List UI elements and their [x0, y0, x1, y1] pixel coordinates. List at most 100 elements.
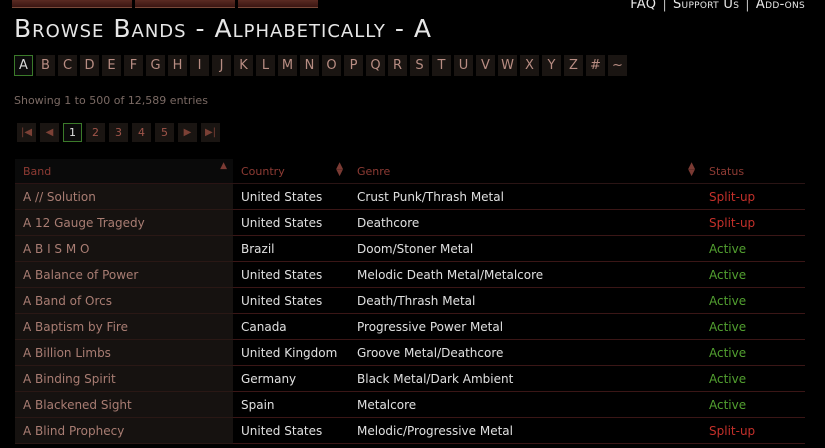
header-status: Status — [701, 159, 805, 184]
support-us-link[interactable]: Support Us — [673, 0, 739, 12]
sort-asc-icon[interactable]: ▲ — [220, 162, 227, 171]
entries-info: Showing 1 to 500 of 12,589 entries — [14, 94, 208, 107]
letter-link[interactable]: N — [300, 55, 319, 76]
status-cell: Active — [701, 261, 805, 288]
letter-link[interactable]: M — [278, 55, 297, 76]
header-status-label: Status — [709, 164, 745, 178]
status-cell: Active — [701, 313, 805, 340]
header-genre-label: Genre — [357, 164, 391, 178]
band-name-link[interactable]: A 12 Gauge Tragedy — [15, 209, 233, 236]
band-name-link[interactable]: A Band of Orcs — [15, 287, 233, 314]
letter-link[interactable]: P — [344, 55, 363, 76]
band-name-link[interactable]: A Binding Spirit — [15, 365, 233, 392]
page-button-4[interactable]: 4 — [132, 123, 151, 142]
letter-link[interactable]: T — [432, 55, 451, 76]
country-cell: Spain — [233, 391, 349, 418]
letter-link[interactable]: S — [410, 55, 429, 76]
status-cell: Split-up — [701, 417, 805, 444]
first-page-icon[interactable]: |◀ — [17, 123, 36, 142]
letter-link[interactable]: O — [322, 55, 341, 76]
letter-link[interactable]: D — [80, 55, 99, 76]
header-country[interactable]: Country ▲ ▼ — [233, 159, 349, 184]
table-row: A Blackened Sight Spain Metalcore Active — [15, 391, 805, 418]
page-button-2[interactable]: 2 — [86, 123, 105, 142]
letter-link[interactable]: E — [102, 55, 121, 76]
letter-link[interactable]: I — [190, 55, 209, 76]
letter-link[interactable]: L — [256, 55, 275, 76]
band-name-link[interactable]: A Balance of Power — [15, 261, 233, 288]
header-band-label: Band — [23, 164, 52, 178]
letter-link[interactable]: B — [36, 55, 55, 76]
letter-link[interactable]: J — [212, 55, 231, 76]
table-row: A Band of Orcs United States Death/Thrash … — [15, 287, 805, 314]
genre-cell: Doom/Stoner Metal — [349, 235, 701, 262]
table-row: A Billion Limbs United Kingdom Groove Meta… — [15, 339, 805, 366]
letter-link[interactable]: Z — [564, 55, 583, 76]
last-page-icon[interactable]: ▶| — [201, 123, 220, 142]
genre-cell: Black Metal/Dark Ambient — [349, 365, 701, 392]
genre-cell: Crust Punk/Thrash Metal — [349, 183, 701, 210]
next-page-icon[interactable]: ▶ — [178, 123, 197, 142]
letter-link[interactable]: ~ — [608, 55, 627, 76]
header-band[interactable]: Band ▲ — [15, 159, 233, 184]
letter-link[interactable]: K — [234, 55, 253, 76]
genre-cell: Groove Metal/Deathcore — [349, 339, 701, 366]
addons-link[interactable]: Add-ons — [756, 0, 805, 12]
genre-cell: Melodic/Progressive Metal — [349, 417, 701, 444]
letter-link[interactable]: W — [498, 55, 517, 76]
letter-link[interactable]: Q — [366, 55, 385, 76]
header-country-label: Country — [241, 164, 285, 178]
band-name-link[interactable]: A Billion Limbs — [15, 339, 233, 366]
country-cell: United States — [233, 183, 349, 210]
faq-link[interactable]: FAQ — [630, 0, 656, 12]
letter-link[interactable]: G — [146, 55, 165, 76]
country-cell: United Kingdom — [233, 339, 349, 366]
table-row: A B I S M O Brazil Doom/Stoner Metal Active — [15, 235, 805, 262]
page-title: Browse Bands - Alphabetically - A — [14, 14, 432, 43]
table-row: A 12 Gauge Tragedy United States Deathcore… — [15, 209, 805, 236]
table-row: A Blind Prophecy United States Melodic/Pro… — [15, 417, 805, 444]
country-cell: Germany — [233, 365, 349, 392]
letter-link[interactable]: H — [168, 55, 187, 76]
bands-table: Band ▲ Country ▲ ▼ Genre ▲ ▼ Status A // Solu… — [15, 159, 805, 444]
status-cell: Active — [701, 365, 805, 392]
top-links: FAQ | Support Us | Add-ons — [630, 0, 805, 12]
pagination: |◀ ◀ 1 2 3 4 5 ▶ ▶| — [17, 123, 220, 142]
band-name-link[interactable]: A // Solution — [15, 183, 233, 210]
genre-cell: Death/Thrash Metal — [349, 287, 701, 314]
letter-link[interactable]: A — [14, 55, 33, 76]
letter-link[interactable]: Y — [542, 55, 561, 76]
band-name-link[interactable]: A Blind Prophecy — [15, 417, 233, 444]
letter-link[interactable]: X — [520, 55, 539, 76]
letter-link[interactable]: # — [586, 55, 605, 76]
sort-both-icon[interactable]: ▲ ▼ — [688, 162, 695, 178]
country-cell: United States — [233, 287, 349, 314]
letter-nav: A B C D E F G H I J K L M N O P Q R S T U V W X Y Z # ~ — [14, 55, 627, 76]
genre-cell: Progressive Power Metal — [349, 313, 701, 340]
header-genre[interactable]: Genre ▲ ▼ — [349, 159, 701, 184]
band-name-link[interactable]: A Blackened Sight — [15, 391, 233, 418]
page-button-3[interactable]: 3 — [109, 123, 128, 142]
band-name-link[interactable]: A Baptism by Fire — [15, 313, 233, 340]
status-cell: Split-up — [701, 183, 805, 210]
page-button-1[interactable]: 1 — [63, 123, 82, 142]
letter-link[interactable]: F — [124, 55, 143, 76]
letter-link[interactable]: V — [476, 55, 495, 76]
letter-link[interactable]: R — [388, 55, 407, 76]
genre-cell: Metalcore — [349, 391, 701, 418]
country-cell: Brazil — [233, 235, 349, 262]
sort-both-icon[interactable]: ▲ ▼ — [336, 162, 343, 178]
top-banner — [0, 0, 330, 8]
country-cell: United States — [233, 261, 349, 288]
page-button-5[interactable]: 5 — [155, 123, 174, 142]
genre-cell: Melodic Death Metal/Metalcore — [349, 261, 701, 288]
status-cell: Active — [701, 339, 805, 366]
letter-link[interactable]: C — [58, 55, 77, 76]
band-name-link[interactable]: A B I S M O — [15, 235, 233, 262]
country-cell: Canada — [233, 313, 349, 340]
letter-link[interactable]: U — [454, 55, 473, 76]
country-cell: United States — [233, 209, 349, 236]
table-row: A Binding Spirit Germany Black Metal/Dark … — [15, 365, 805, 392]
prev-page-icon[interactable]: ◀ — [40, 123, 59, 142]
table-row: A Baptism by Fire Canada Progressive Power… — [15, 313, 805, 340]
